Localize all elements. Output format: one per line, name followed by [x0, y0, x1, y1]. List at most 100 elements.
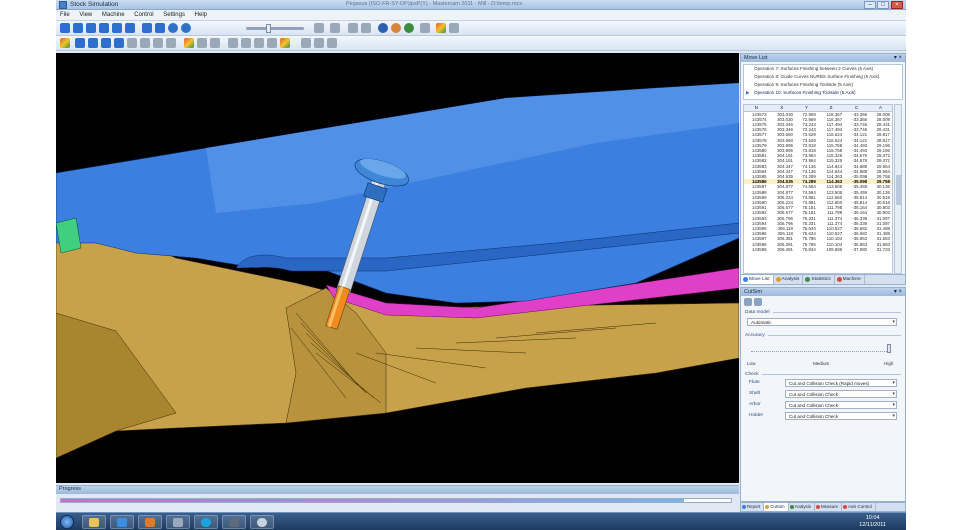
simulation-viewport[interactable] [56, 53, 739, 483]
document-title: Pegasus (ISO-FR-SY-OP)ipsP(Y) - Masterca… [346, 1, 523, 7]
transparency-icon[interactable] [210, 38, 220, 48]
help-icon[interactable] [449, 23, 459, 33]
start-button[interactable] [60, 515, 74, 529]
operation-item[interactable]: Operation 9: Surfaces Finishing Toolside… [744, 81, 902, 89]
move-table-scrollbar[interactable] [894, 104, 902, 274]
minimize-button[interactable]: – [864, 1, 876, 9]
view-toolbar [56, 36, 906, 51]
verify-icon[interactable] [404, 23, 414, 33]
menu-control[interactable]: Control [130, 10, 157, 18]
taskbar-media[interactable] [138, 515, 162, 529]
shaft-check-select[interactable]: Cut and Collision Check ▾ [785, 390, 897, 398]
taskbar-ie[interactable] [110, 515, 134, 529]
pointer-icon[interactable] [436, 23, 446, 33]
pin-icon[interactable]: ▾ × [894, 54, 902, 62]
globe-icon[interactable] [378, 23, 388, 33]
taskbar-app[interactable] [166, 515, 190, 529]
back-view-icon[interactable] [140, 38, 150, 48]
reset-icon[interactable] [181, 23, 191, 33]
stock-icon[interactable] [327, 38, 337, 48]
speed-slider-knob[interactable] [266, 24, 271, 33]
front-view-icon[interactable] [101, 38, 111, 48]
copy-icon[interactable] [420, 23, 430, 33]
table-cell: 75.934 [802, 246, 816, 252]
flute-check-select[interactable]: Cut and Collision Check (Rapid moves) ▾ [785, 379, 897, 387]
menu-help[interactable]: Help [191, 10, 211, 18]
operation-item[interactable]: Operation 7: Surfaces Finishing between … [744, 65, 902, 73]
maximize-button[interactable]: □ [877, 1, 889, 9]
toolpath-view-icon[interactable] [361, 23, 371, 33]
pan-icon[interactable] [166, 38, 176, 48]
clock-icon[interactable] [314, 23, 324, 33]
tab-measure[interactable]: Measure [815, 503, 843, 511]
skype-icon [201, 518, 211, 527]
data-model-select[interactable]: Automatic ▾ [747, 318, 897, 326]
operation-item-current[interactable]: ▶ Operation 10: Surfaces Finishing Toolsi… [744, 89, 902, 97]
fast-forward-icon[interactable] [142, 23, 152, 33]
tab-cutsim[interactable]: CutSim [764, 503, 789, 511]
iso-view-icon[interactable] [75, 38, 85, 48]
move-list-tabs: Move List Analysis Statistics Machine [741, 274, 905, 284]
taskbar-settings[interactable] [250, 515, 274, 529]
run-to-end-icon[interactable] [155, 23, 165, 33]
go-to-start-icon[interactable] [60, 23, 70, 33]
taskbar-skype[interactable] [194, 515, 218, 529]
close-button[interactable]: × [891, 1, 903, 9]
chevron-down-icon: ▾ [892, 380, 895, 386]
tab-analysis-bottom[interactable]: Analysis [789, 503, 815, 511]
step-back-icon[interactable] [73, 23, 83, 33]
menu-machine[interactable]: Machine [98, 10, 129, 18]
side-view-icon[interactable] [114, 38, 124, 48]
compare-icon[interactable] [267, 38, 277, 48]
move-table[interactable]: NXYZCA 143573 303.030 72.959 118.367 -33.366… [743, 104, 893, 274]
accuracy-slider-knob[interactable] [887, 344, 891, 353]
step-forward-icon[interactable] [99, 23, 109, 33]
arbor-check-select[interactable]: Cut and Collision Check ▾ [785, 401, 897, 409]
options-icon[interactable] [754, 298, 762, 306]
tab-report[interactable]: Report [741, 503, 765, 511]
taskbar-explorer[interactable] [82, 515, 106, 529]
gear-icon [257, 518, 267, 527]
holder-icon[interactable] [301, 38, 311, 48]
progress-title: Progress [56, 486, 739, 494]
tab-statistics[interactable]: Statistics [803, 275, 835, 284]
rotate-icon[interactable] [241, 38, 251, 48]
accuracy-slider[interactable] [751, 351, 891, 353]
pin-icon[interactable]: ▾ × [894, 288, 902, 296]
menu-file[interactable]: File [56, 10, 74, 18]
stock-view-icon[interactable] [348, 23, 358, 33]
settings-icon[interactable] [330, 23, 340, 33]
stop-icon[interactable] [125, 23, 135, 33]
scrollbar-thumb[interactable] [896, 175, 901, 205]
section-icon[interactable] [228, 38, 238, 48]
collision-icon[interactable] [280, 38, 290, 48]
holder-check-select[interactable]: Cut and Collision Check ▾ [785, 412, 897, 420]
taskbar-clock[interactable]: 10:04 12/11/2011 [859, 515, 886, 529]
tab-analysis[interactable]: Analysis [774, 275, 804, 284]
tab-move-list[interactable]: Move List [741, 275, 774, 284]
play-icon[interactable] [86, 23, 96, 33]
tool-icon[interactable] [391, 23, 401, 33]
measure-icon[interactable] [254, 38, 264, 48]
operation-list[interactable]: Operation 7: Surfaces Finishing between … [743, 64, 903, 100]
fixture-icon[interactable] [314, 38, 324, 48]
go-to-end-icon[interactable] [112, 23, 122, 33]
tab-machine[interactable]: Machine [835, 275, 865, 284]
machine-icon [836, 277, 842, 282]
menu-view[interactable]: View [75, 10, 96, 18]
fit-view-icon[interactable] [60, 38, 70, 48]
zoom-icon[interactable] [153, 38, 163, 48]
tab-axis-control[interactable]: Axis Control [842, 503, 876, 511]
bottom-view-icon[interactable] [127, 38, 137, 48]
taskbar-stock-simulation[interactable] [222, 515, 246, 529]
rewind-icon[interactable] [168, 23, 178, 33]
clock-date: 12/11/2011 [859, 522, 886, 528]
menu-settings[interactable]: Settings [159, 10, 189, 18]
lighting-icon[interactable] [197, 38, 207, 48]
speed-slider[interactable] [246, 24, 304, 33]
wrench-icon[interactable] [744, 298, 752, 306]
top-view-icon[interactable] [88, 38, 98, 48]
operation-item[interactable]: Operation 8: Guide Curves NURBS Surface … [744, 73, 902, 81]
table-row[interactable]: 143599 306.481 75.934 109.685 -37.080 31.733 [744, 247, 892, 252]
color-icon[interactable] [184, 38, 194, 48]
